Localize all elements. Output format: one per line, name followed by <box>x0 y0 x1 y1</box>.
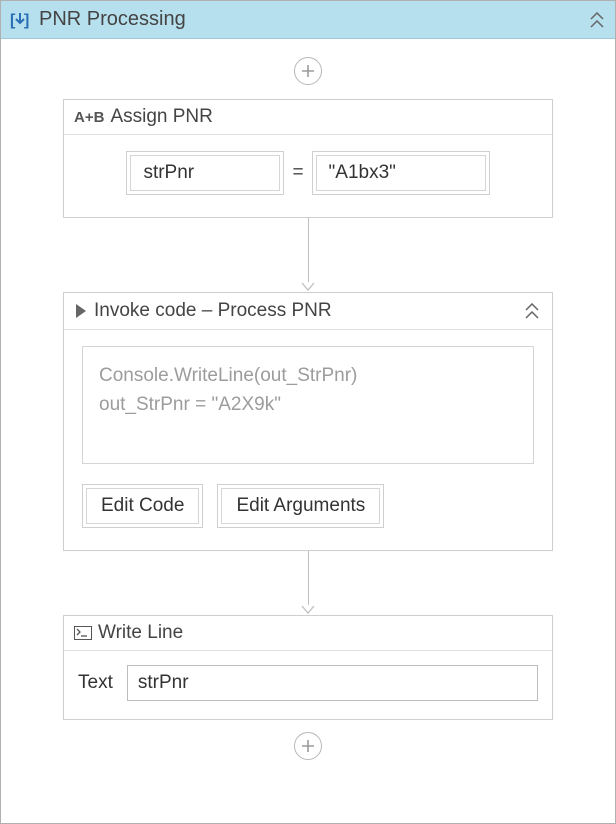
assign-header[interactable]: A+B Assign PNR <box>64 100 552 135</box>
sequence-body: A+B Assign PNR strPnr = "A1bx3" <box>1 39 615 823</box>
sequence-titlebar[interactable]: [ ] PNR Processing <box>1 1 615 39</box>
console-icon <box>74 626 92 640</box>
assign-value-field[interactable]: "A1bx3" <box>312 151 490 195</box>
add-activity-button-bottom[interactable] <box>294 732 322 760</box>
assign-value[interactable]: "A1bx3" <box>316 155 486 191</box>
svg-text:[: [ <box>10 12 16 29</box>
invoke-code-title: Invoke code – Process PNR <box>94 300 516 322</box>
sequence-title: PNR Processing <box>39 8 587 31</box>
invoke-code-activity[interactable]: Invoke code – Process PNR Console.WriteL… <box>63 292 553 551</box>
text-input[interactable]: strPnr <box>127 665 538 701</box>
add-activity-button-top[interactable] <box>294 57 322 85</box>
assign-icon: A+B <box>74 109 104 126</box>
edit-arguments-button[interactable]: Edit Arguments <box>217 484 384 528</box>
edit-code-button[interactable]: Edit Code <box>82 484 203 528</box>
assign-title: Assign PNR <box>110 106 542 128</box>
collapse-button[interactable] <box>587 8 607 32</box>
code-editor[interactable]: Console.WriteLine(out_StrPnr) out_StrPnr… <box>82 346 534 464</box>
connector <box>301 218 315 292</box>
sequence-icon: [ ] <box>9 9 31 31</box>
write-line-header[interactable]: Write Line <box>64 616 552 651</box>
write-line-activity[interactable]: Write Line Text strPnr <box>63 615 553 720</box>
invoke-code-header[interactable]: Invoke code – Process PNR <box>64 293 552 330</box>
text-label: Text <box>78 672 113 694</box>
write-line-title: Write Line <box>98 622 542 644</box>
edit-code-label: Edit Code <box>86 488 199 524</box>
svg-text:]: ] <box>24 12 29 29</box>
edit-arguments-label: Edit Arguments <box>221 488 380 524</box>
connector <box>301 551 315 615</box>
assign-to-value[interactable]: strPnr <box>130 155 280 191</box>
assign-to-field[interactable]: strPnr <box>126 151 284 195</box>
assign-activity[interactable]: A+B Assign PNR strPnr = "A1bx3" <box>63 99 553 218</box>
invoke-collapse-button[interactable] <box>522 299 542 323</box>
sequence-activity: [ ] PNR Processing A+B Assign PNR <box>0 0 616 824</box>
play-icon <box>74 303 88 319</box>
equals-label: = <box>292 162 303 184</box>
